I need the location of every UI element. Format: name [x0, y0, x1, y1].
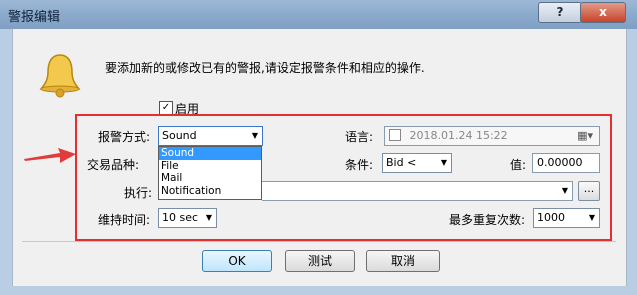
hold-time-select[interactable]: 10 sec ▼ — [158, 208, 217, 228]
value-input[interactable]: 0.00000 — [532, 153, 600, 173]
close-button[interactable]: x — [580, 2, 626, 23]
alert-method-select[interactable]: Sound ▼ — [158, 126, 263, 146]
test-button[interactable]: 测试 — [285, 250, 355, 272]
chevron-down-icon: ▼ — [588, 213, 595, 222]
value-label: 值: — [510, 158, 527, 172]
alert-edit-dialog: 警报编辑 ? x 要添加新的或修改已有的警报,请设定报警条件和相应的操作. ✓ … — [0, 0, 637, 295]
cancel-button[interactable]: 取消 — [366, 250, 440, 272]
alert-method-dropdown-list[interactable]: Sound File Mail Notification — [158, 146, 262, 200]
hold-time-label: 维持时间: — [98, 213, 151, 227]
dropdown-option-file[interactable]: File — [159, 160, 261, 173]
title-bar: 警报编辑 ? x — [0, 0, 637, 29]
dropdown-option-mail[interactable]: Mail — [159, 172, 261, 185]
bell-icon — [39, 54, 81, 98]
window-frame-left — [0, 29, 12, 295]
max-repeat-select[interactable]: 1000 ▼ — [533, 208, 600, 228]
red-arrow-icon — [24, 148, 76, 163]
symbol-label: 交易品种: — [87, 158, 140, 172]
window-frame-bottom — [0, 286, 637, 295]
help-button[interactable]: ? — [538, 2, 582, 23]
calendar-icon[interactable]: ▦▾ — [577, 127, 593, 145]
chevron-down-icon: ▼ — [251, 131, 258, 140]
chevron-down-icon: ▼ — [440, 158, 447, 167]
datetime-checkbox[interactable] — [389, 129, 401, 141]
datetime-picker[interactable]: 2018.01.24 15:22 ▦▾ — [384, 126, 600, 146]
max-repeat-label: 最多重复次数: — [449, 213, 526, 227]
max-repeat-value: 1000 — [537, 211, 565, 224]
execute-label: 执行: — [124, 186, 153, 200]
hold-time-value: 10 sec — [162, 211, 199, 224]
dropdown-option-sound[interactable]: Sound — [159, 147, 261, 160]
enable-checkbox[interactable]: ✓ — [159, 101, 173, 115]
dropdown-option-notification[interactable]: Notification — [159, 185, 261, 198]
browse-button[interactable]: ... — [578, 181, 600, 201]
condition-select[interactable]: Bid < ▼ — [382, 153, 452, 173]
language-label: 语言: — [345, 130, 374, 144]
condition-value: Bid < — [386, 156, 417, 169]
condition-label: 条件: — [345, 158, 374, 172]
intro-text: 要添加新的或修改已有的警报,请设定报警条件和相应的操作. — [105, 61, 425, 75]
chevron-down-icon[interactable]: ▼ — [562, 182, 568, 200]
ok-button[interactable]: OK — [202, 250, 272, 272]
chevron-down-icon: ▼ — [205, 213, 212, 222]
alert-method-label: 报警方式: — [98, 130, 151, 144]
datetime-value: 2018.01.24 15:22 — [409, 129, 508, 142]
separator — [22, 241, 616, 242]
alert-method-value: Sound — [162, 129, 197, 142]
window-title: 警报编辑 — [8, 10, 61, 25]
execute-input[interactable]: ▼ — [262, 181, 573, 201]
